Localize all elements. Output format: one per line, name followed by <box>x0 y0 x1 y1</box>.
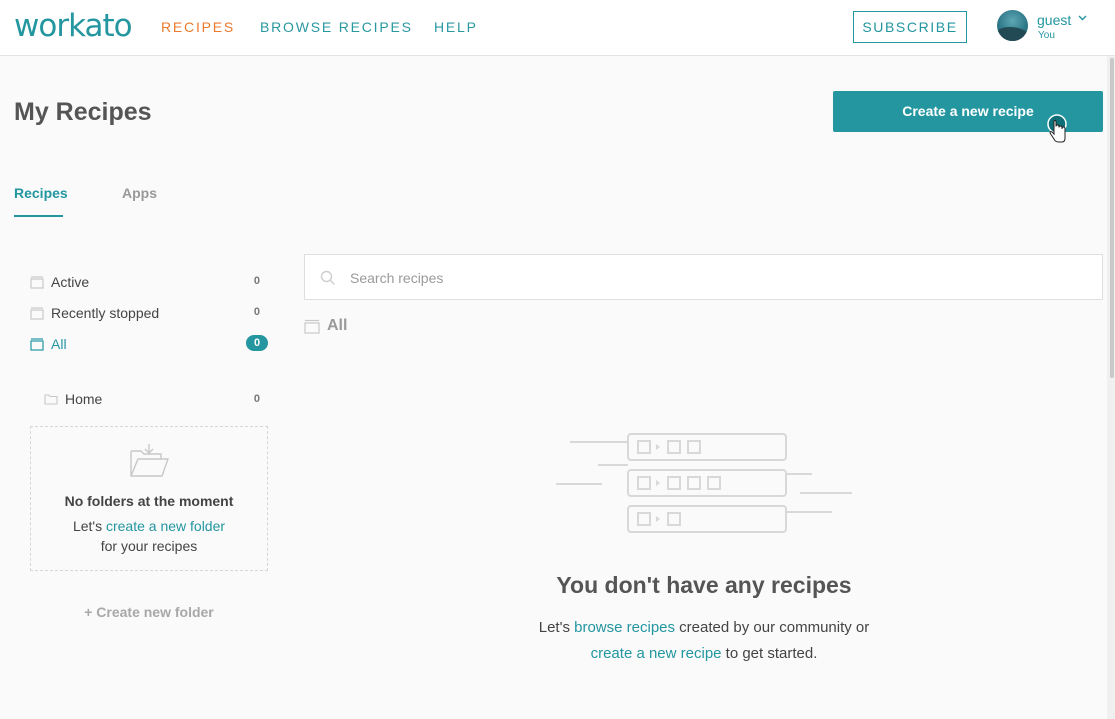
search-icon <box>320 270 335 285</box>
sidebar-item-label: Recently stopped <box>51 305 160 321</box>
workato-logo[interactable]: workato <box>14 8 133 44</box>
sidebar-item-label: Active <box>51 274 90 290</box>
count-badge: 0 <box>246 335 268 351</box>
avatar[interactable] <box>997 10 1028 41</box>
open-folder-icon <box>130 444 169 477</box>
sidebar-item-recently-stopped[interactable]: Recently stopped 0 <box>30 303 268 325</box>
empty-state-title: You don't have any recipes <box>556 572 852 598</box>
folder-icon <box>44 394 58 405</box>
box-icon <box>30 338 44 351</box>
no-folders-text-suffix: for your recipes <box>100 538 198 554</box>
hand-cursor-icon <box>1047 114 1067 143</box>
chevron-down-icon[interactable] <box>1078 13 1087 24</box>
top-header: workato RECIPES BROWSE RECIPES HELP SUBS… <box>0 0 1115 56</box>
box-icon <box>304 319 320 334</box>
text-suffix: created by our community or <box>675 619 870 636</box>
active-tab-indicator <box>14 215 63 217</box>
search-box[interactable] <box>304 254 1103 300</box>
scrollbar-thumb[interactable] <box>1110 58 1114 378</box>
nav-help[interactable]: HELP <box>434 19 478 35</box>
empty-state-text-2: create a new recipe to get started. <box>404 645 1004 662</box>
text-prefix: Let's <box>72 518 106 534</box>
create-new-recipe-link[interactable]: create a new recipe <box>591 645 722 662</box>
tab-apps[interactable]: Apps <box>122 185 157 201</box>
browse-recipes-link[interactable]: browse recipes <box>574 619 675 636</box>
no-folders-panel: No folders at the moment Let's create a … <box>30 426 268 571</box>
sidebar-item-label: All <box>51 336 67 352</box>
section-title: All <box>327 317 348 334</box>
folder-item-home[interactable]: Home 0 <box>44 390 268 410</box>
box-icon <box>30 276 44 289</box>
sidebar-item-active[interactable]: Active 0 <box>30 272 268 294</box>
create-new-folder-button[interactable]: + Create new folder <box>30 604 268 620</box>
empty-recipes-illustration <box>556 433 852 533</box>
nav-recipes[interactable]: RECIPES <box>161 19 235 35</box>
no-folders-title: No folders at the moment <box>64 493 234 509</box>
tab-recipes[interactable]: Recipes <box>14 185 68 201</box>
page-title: My Recipes <box>14 98 152 126</box>
box-icon <box>30 307 44 320</box>
user-subtitle: You <box>1038 30 1055 41</box>
count-badge: 0 <box>253 393 260 405</box>
folder-label: Home <box>65 391 103 407</box>
nav-browse-recipes[interactable]: BROWSE RECIPES <box>260 19 413 35</box>
user-name[interactable]: guest <box>1037 12 1071 28</box>
subscribe-button[interactable]: SUBSCRIBE <box>853 11 967 43</box>
text-suffix: to get started. <box>721 645 818 662</box>
count-badge: 0 <box>253 306 260 318</box>
count-badge: 0 <box>253 275 260 287</box>
empty-state-text: Let's browse recipes created by our comm… <box>404 619 1004 636</box>
create-new-folder-link[interactable]: create a new folder <box>106 518 225 534</box>
text-prefix: Let's <box>538 619 575 636</box>
sidebar-item-all[interactable]: All 0 <box>30 334 268 356</box>
search-input[interactable] <box>350 267 1050 289</box>
no-folders-text: Let's create a new folder <box>31 518 267 534</box>
